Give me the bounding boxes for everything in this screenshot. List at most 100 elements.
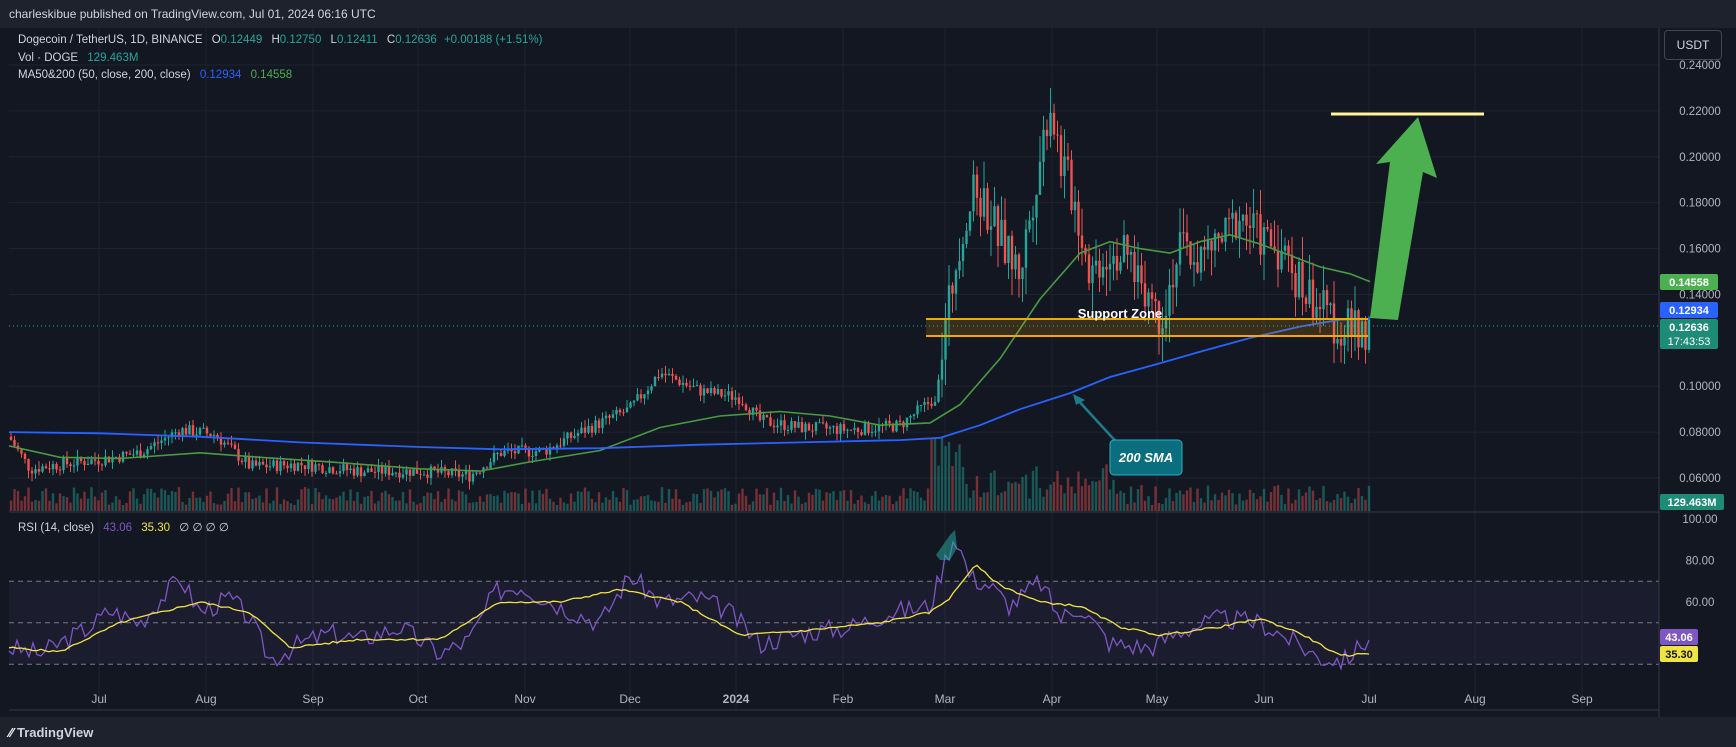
volume-bar [478,496,482,511]
volume-bar [471,502,475,511]
volume-bar [433,499,436,511]
volume-bar [1311,490,1315,511]
volume-bar [1101,468,1105,511]
candle-body [293,463,296,471]
time-tick: Dec [619,692,640,706]
volume-bar [902,488,905,511]
volume-bar [419,502,422,511]
price-tick: 0.20000 [1679,152,1721,164]
volume-bar [1056,470,1059,511]
volume-bar [79,498,83,511]
volume-bar [842,490,846,511]
volume-bar [646,495,650,511]
chart-canvas[interactable]: Support Zone 200 SMA 0.24000 0.22000 0.200… [0,0,1736,747]
candle-body [163,437,167,441]
volume-bar [1112,479,1115,511]
volume-bar [226,493,230,511]
volume-bar [1066,477,1070,511]
volume-bar [737,493,741,511]
candle-body [1290,254,1294,274]
candle-body [1269,229,1273,247]
candle-body [30,470,34,474]
candle-body [1168,284,1171,316]
volume-bar [1091,481,1094,511]
rsi-legend[interactable]: RSI (14, close) 43.06 35.30 ∅ ∅ ∅ ∅ [18,520,229,534]
volume-bar [268,503,272,511]
symbol-legend[interactable]: Dogecoin / TetherUS, 1D, BINANCE O0.1244… [18,34,542,46]
ma50-value: 0.12934 [199,69,242,81]
volume-bar [373,503,377,511]
time-tick: Sep [302,692,324,706]
candle-body [307,460,310,470]
candle-body [475,472,478,474]
candle-body [247,456,251,469]
candle-body [657,377,660,379]
volume-bar [296,499,300,511]
time-tick: Apr [1043,692,1062,706]
volume-bar [1266,501,1269,511]
volume-bar [895,501,898,511]
ma-label: MA50&200 (50, close, 200, close) [18,69,191,81]
candle-body [573,435,576,438]
volume-bar [1087,485,1091,511]
candle-body [282,461,286,466]
candle-body [737,397,741,404]
volume-bar [790,503,793,511]
candle-body [1308,279,1311,304]
volume-bar [909,488,912,511]
candle-body [468,471,471,482]
candle-body [1252,213,1255,229]
ma-legend[interactable]: MA50&200 (50, close, 200, close) 0.12934… [18,69,292,81]
candle-body [643,394,646,399]
volume-bar [1178,490,1182,511]
volume-bar [503,490,506,511]
candle-body [622,412,625,414]
candle-body [615,409,618,415]
candle-body [1283,245,1287,251]
tradingview-logo[interactable]: ⁄⁄ TradingView [9,725,93,740]
volume-bar [30,501,34,511]
candle-body [811,430,814,432]
volume-bar [926,488,930,511]
volume-bar [1301,495,1304,511]
candle-body [825,423,828,429]
candle-body [167,437,170,439]
candle-body [65,457,69,465]
volume-bar [177,487,181,511]
candle-body [44,466,48,469]
volume-bar [338,495,342,511]
candle-body [1245,214,1248,226]
volume-bar [349,489,352,511]
currency-button[interactable]: USDT [1664,30,1722,60]
volume-bar [286,501,289,511]
volume-bar [786,495,790,511]
candle-body [1206,240,1210,250]
volume-bar [552,501,555,511]
candle-body [1010,235,1014,270]
volume-bar [69,502,72,511]
volume-legend[interactable]: Vol · DOGE 129.463M [18,52,138,64]
candle-body [1185,232,1189,242]
volume-bar [618,501,622,511]
volume-bar [1294,499,1297,511]
candle-body [1031,217,1035,221]
volume-bar [366,496,370,511]
candle-body [1297,261,1301,298]
volume-bar [1252,493,1255,511]
candle-body [415,469,419,474]
volume-bar [254,497,258,511]
candle-body [345,464,349,471]
volume-bar [202,502,205,511]
candle-body [993,206,996,227]
candle-body [223,442,226,445]
volume-bar [352,500,356,511]
candle-body [629,402,632,408]
volume-bar [146,488,149,511]
candle-body [524,445,527,448]
candle-body [594,420,597,433]
high-label: H [271,34,280,46]
ma50-badge-text: 0.12934 [1669,305,1710,317]
candle-body [786,429,790,431]
volume-bar [965,483,968,511]
candle-body [107,456,111,463]
